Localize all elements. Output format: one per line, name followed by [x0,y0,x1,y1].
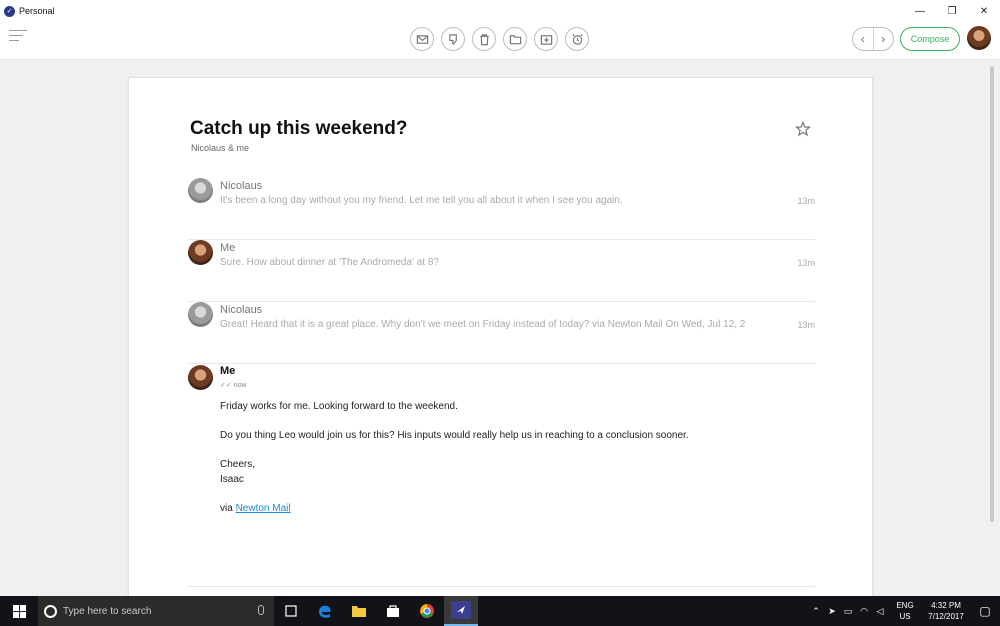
window-controls: — ❐ ✕ [904,0,1000,22]
message-time: now [233,382,247,389]
thread-card: Catch up this weekend? Nicolaus & me Nic… [128,77,873,607]
message-preview: It's been a long day without you my frie… [220,195,623,206]
message-preview: Sure. How about dinner at 'The Andromeda… [220,257,439,268]
notification-icon[interactable]: ▢ [970,604,1000,618]
thread-subject: Catch up this weekend? [190,118,408,139]
signature-line: via Newton Mail [220,502,810,517]
store-icon [387,605,399,617]
body-line: Cheers, [220,459,256,470]
thumb-down-icon [448,33,457,45]
menu-icon[interactable] [9,30,27,46]
star-icon [794,120,812,137]
scrollbar[interactable] [990,66,994,522]
compose-button[interactable]: Compose [900,27,960,51]
close-button[interactable]: ✕ [968,0,1000,22]
store-button[interactable] [376,596,410,626]
folder-icon [509,34,521,44]
restore-button[interactable]: ❐ [936,0,968,22]
snooze-button[interactable] [565,27,589,51]
trash-icon [479,33,489,45]
task-view-button[interactable] [274,596,308,626]
divider [188,586,815,587]
next-button[interactable]: › [874,28,894,50]
message-body: Friday works for me. Looking forward to … [220,400,810,531]
file-explorer-button[interactable] [342,596,376,626]
message-time: 13m [797,320,815,330]
language-code: ENG [896,601,914,610]
action-buttons [410,27,589,51]
star-button[interactable] [794,120,812,137]
read-receipt-icon: ✓✓ [220,382,234,389]
windows-logo-icon [12,604,26,618]
edge-icon [319,605,331,618]
account-avatar[interactable] [967,26,991,50]
cortana-icon [44,604,57,618]
archive-button[interactable] [534,27,558,51]
wifi-icon[interactable]: ◠ [856,606,872,617]
language-indicator[interactable]: ENG US [892,600,918,622]
message-sender: Me [220,365,236,377]
toolbar: ‹ › Compose [0,22,1000,60]
avatar [188,240,213,265]
app-logo-icon: ✓ [4,5,15,17]
clock-date: 7/12/2017 [928,612,964,621]
message-sender: Nicolaus [220,180,263,192]
message-sender: Nicolaus [220,304,263,316]
thread-participants: Nicolaus & me [191,143,250,153]
message-status: ✓✓ now [220,381,247,389]
newton-mail-taskbar-button[interactable] [444,596,478,626]
move-folder-button[interactable] [503,27,527,51]
via-label: via [220,502,236,514]
folder-icon [352,606,366,617]
volume-icon[interactable]: ◁ [872,606,888,617]
title-bar: ✓ Personal — ❐ ✕ [0,0,1000,22]
region-code: US [899,612,911,621]
chrome-icon [420,604,434,618]
chrome-button[interactable] [410,596,444,626]
avatar [188,365,213,390]
message-preview: Great! Heard that it is a great place. W… [220,319,746,330]
avatar [188,178,213,203]
clock-time: 4:32 PM [931,601,961,610]
previous-button[interactable]: ‹ [853,28,874,50]
message-time: 13m [797,196,815,206]
message-row[interactable]: Nicolaus It's been a long day without yo… [188,178,815,240]
body-line: Friday works for me. Looking forward to … [220,401,458,412]
message-row[interactable]: Me Sure. How about dinner at 'The Androm… [188,240,815,302]
start-button[interactable] [0,596,38,626]
mark-unread-button[interactable] [410,27,434,51]
battery-icon[interactable]: ▭ [840,606,856,617]
taskbar: Type here to search ⌃ ➤ ▭ ◠ ◁ ENG US 4:32… [0,596,1000,626]
body-line: Isaac [220,473,244,485]
message-time: 13m [797,258,815,268]
location-icon[interactable]: ➤ [824,606,840,617]
chevron-up-icon[interactable]: ⌃ [808,606,824,617]
search-placeholder: Type here to search [63,605,152,617]
newton-mail-link[interactable]: Newton Mail [236,503,291,514]
message-navigation: ‹ › [852,27,894,51]
avatar [188,302,213,327]
task-view-icon [285,605,297,617]
delete-button[interactable] [472,27,496,51]
body-line: Do you thing Leo would join us for this?… [220,430,689,441]
edge-button[interactable] [308,596,342,626]
clock[interactable]: 4:32 PM 7/12/2017 [922,600,970,622]
microphone-icon[interactable] [258,605,264,615]
minimize-button[interactable]: — [904,0,936,22]
newton-mail-icon [451,601,471,619]
window-title: Personal [19,6,55,16]
system-tray: ⌃ ➤ ▭ ◠ ◁ ENG US 4:32 PM 7/12/2017 ▢ [808,596,1000,626]
dislike-button[interactable] [441,27,465,51]
mail-icon [416,34,428,44]
message-row[interactable]: Nicolaus Great! Heard that it is a great… [188,302,815,364]
taskbar-search[interactable]: Type here to search [38,596,274,626]
snooze-icon [571,33,583,45]
archive-icon [540,34,552,45]
message-sender: Me [220,242,236,254]
